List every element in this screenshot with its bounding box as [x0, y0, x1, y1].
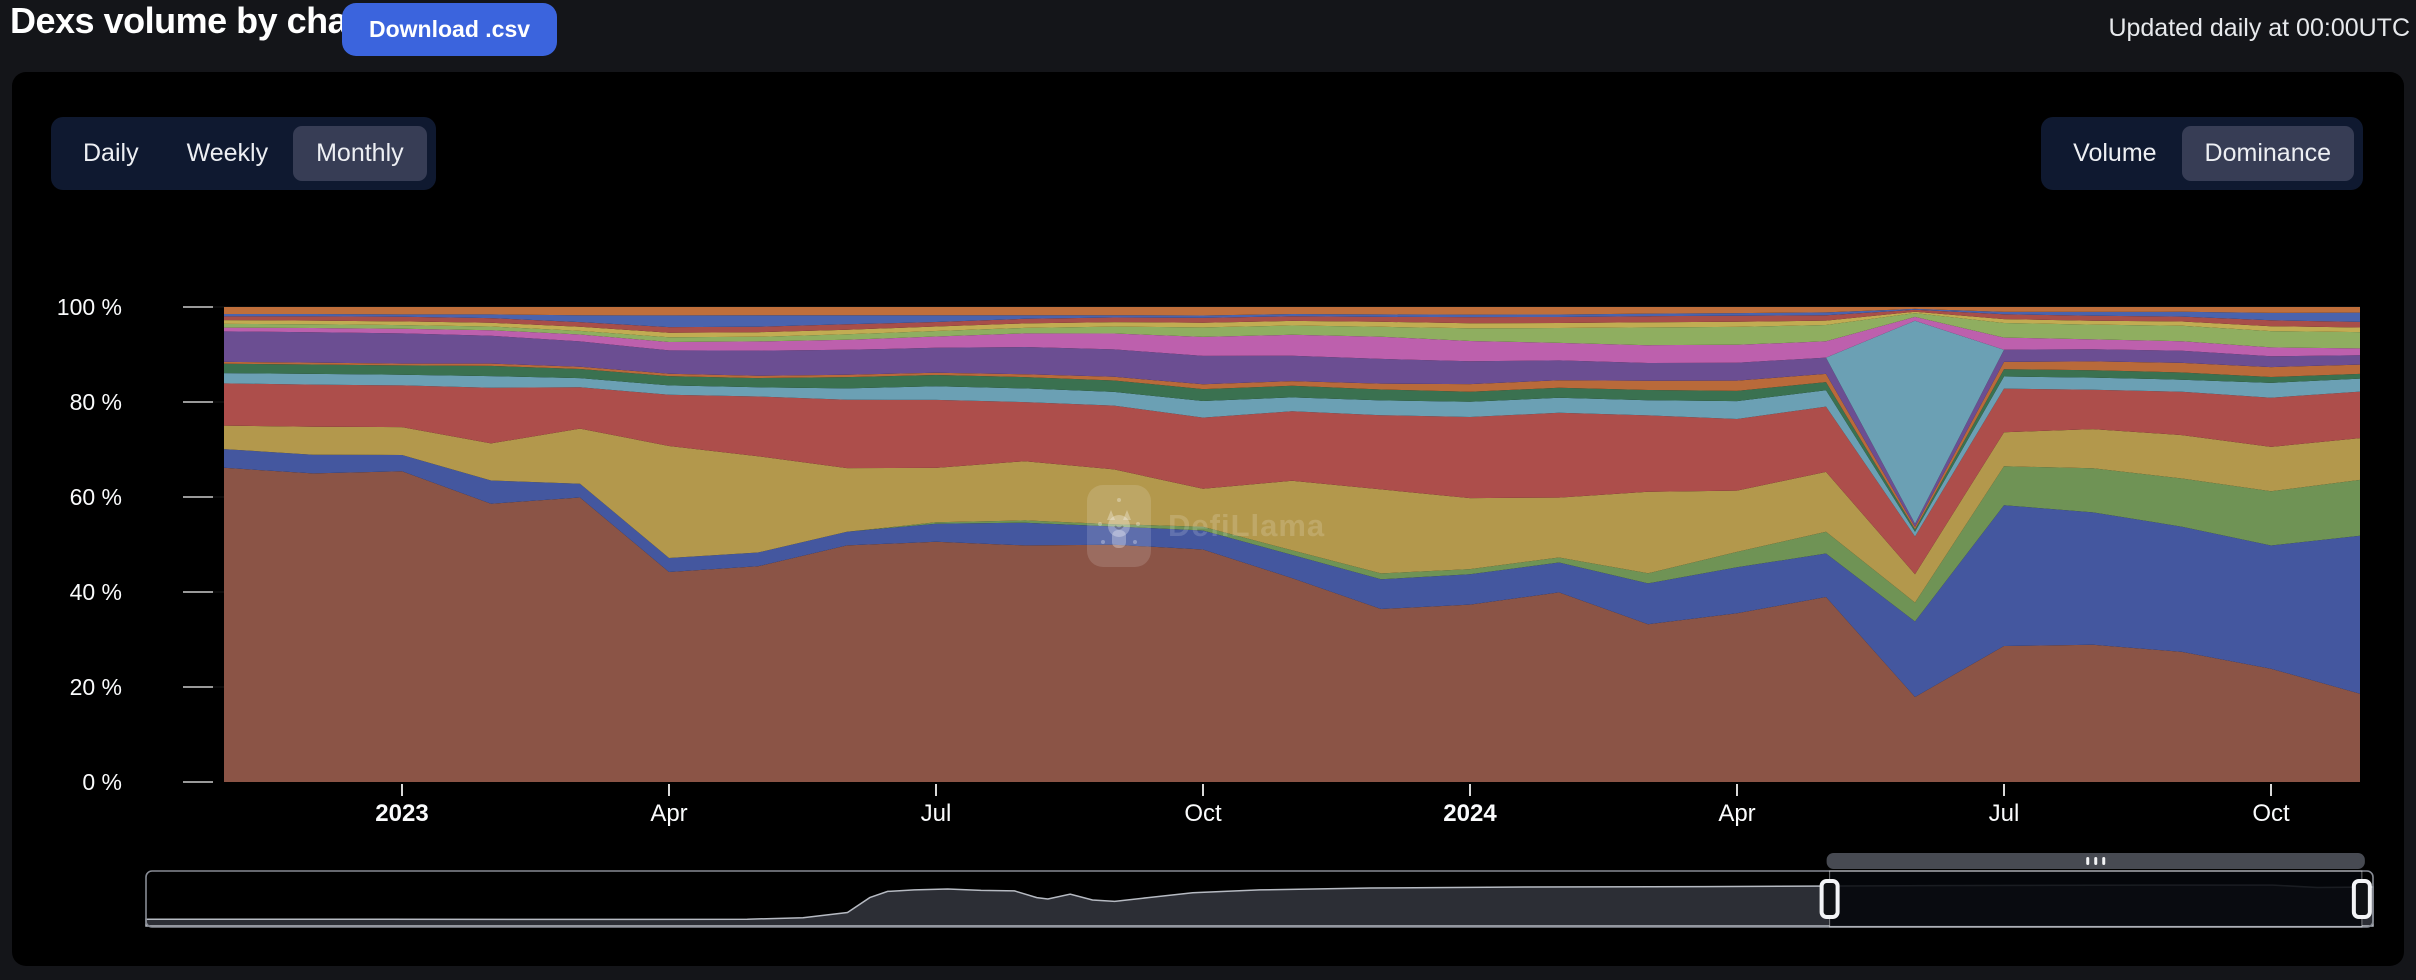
x-axis-label: Oct [1184, 800, 1222, 827]
brush-grip-icon [2094, 857, 2098, 865]
mode-tabs: Volume Dominance [2041, 117, 2363, 190]
brush-grip-icon [2086, 857, 2090, 865]
y-axis-label: 60 % [69, 484, 122, 510]
tab-dominance[interactable]: Dominance [2181, 126, 2354, 181]
tab-daily[interactable]: Daily [60, 126, 162, 181]
tab-volume[interactable]: Volume [2050, 126, 2179, 181]
brush-right-handle[interactable] [2351, 879, 2372, 919]
x-axis-label: Oct [2252, 800, 2290, 827]
brush-grip-icon [2102, 857, 2106, 865]
top-bar: Dexs volume by chain Download .csv Updat… [0, 0, 2416, 64]
x-axis-label: Apr [650, 800, 688, 827]
y-axis-label: 100 % [56, 294, 122, 320]
period-tabs: Daily Weekly Monthly [51, 117, 436, 190]
brush-left-handle[interactable] [1819, 879, 1840, 919]
page: Dexs volume by chain Download .csv Updat… [0, 0, 2416, 980]
download-csv-button[interactable]: Download .csv [342, 3, 558, 56]
brush-selection-window[interactable] [1829, 872, 2362, 926]
tab-monthly[interactable]: Monthly [293, 126, 427, 181]
x-axis-label: Jul [1988, 800, 2020, 827]
tab-weekly[interactable]: Weekly [164, 126, 292, 181]
y-axis-label: 0 % [82, 769, 122, 795]
y-axis-label: 20 % [69, 674, 122, 700]
x-axis-label: Jul [920, 800, 952, 827]
chart-panel: Daily Weekly Monthly Volume Dominance [12, 72, 2404, 966]
y-axis-label: 80 % [69, 389, 122, 415]
x-axis-label: Apr [1718, 800, 1756, 827]
page-title: Dexs volume by chain [10, 0, 379, 41]
x-axis-label: 2024 [1443, 800, 1497, 827]
updated-note: Updated daily at 00:00UTC [2108, 14, 2410, 42]
y-axis-label: 40 % [69, 579, 122, 605]
x-axis-label: 2023 [375, 800, 429, 827]
